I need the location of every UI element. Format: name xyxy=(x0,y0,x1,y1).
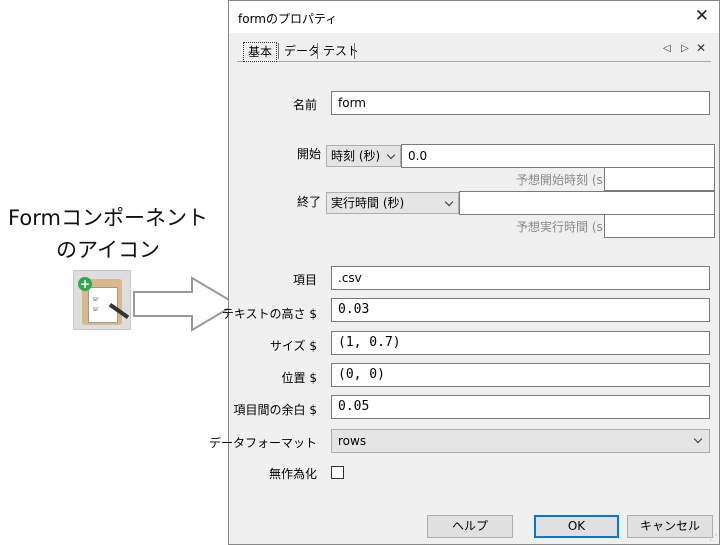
randomize-label: 無作為化 xyxy=(268,467,317,481)
randomize-checkbox[interactable] xyxy=(331,466,344,479)
annotation-title-line1: Formコンポーネント xyxy=(8,206,208,230)
tab-close-icon[interactable]: ✕ xyxy=(696,41,706,55)
stop-label: 終了 xyxy=(296,195,321,209)
tab-separator xyxy=(354,43,355,59)
expected-duration-label: 予想実行時間 (s) xyxy=(516,220,608,234)
start-value-field[interactable]: 0.0 xyxy=(401,144,715,168)
tab-bar: 基本 データ テスト ◁ ▷ ✕ xyxy=(229,33,719,63)
form-component-icon: sr sr + xyxy=(73,270,131,330)
text-height-label: テキストの高さ $ xyxy=(221,307,317,321)
name-field[interactable]: form xyxy=(331,91,710,115)
resize-grip-icon[interactable]: ⋰ xyxy=(709,533,717,542)
annotation-title-line2: のアイコン xyxy=(56,238,160,262)
ok-button[interactable]: OK xyxy=(534,515,619,538)
size-label: サイズ $ xyxy=(269,339,317,353)
help-button[interactable]: ヘルプ xyxy=(427,515,513,538)
tab-basic[interactable]: 基本 xyxy=(243,42,278,62)
title-bar: formのプロパティ ✕ xyxy=(229,1,719,33)
item-padding-label: 項目間の余白 $ xyxy=(233,403,317,417)
chevron-down-icon xyxy=(693,434,703,444)
name-label: 名前 xyxy=(292,98,317,112)
stop-type-select[interactable]: 実行時間 (秒) xyxy=(326,192,459,214)
text-height-field[interactable]: 0.03 xyxy=(331,298,710,322)
start-type-select[interactable]: 時刻 (秒) xyxy=(326,145,401,167)
plus-icon: + xyxy=(78,277,92,291)
position-label: 位置 $ xyxy=(281,371,317,385)
tab-scroll-right-icon[interactable]: ▷ xyxy=(681,43,689,54)
dialog-title: formのプロパティ xyxy=(238,12,338,26)
tab-separator xyxy=(278,43,279,59)
expected-duration-field[interactable] xyxy=(604,214,715,238)
chevron-down-icon xyxy=(386,150,396,160)
items-label: 項目 xyxy=(292,273,317,287)
start-label: 開始 xyxy=(296,147,321,161)
tab-test[interactable]: テスト xyxy=(319,42,363,62)
chevron-down-icon xyxy=(444,197,454,207)
expected-start-field[interactable] xyxy=(604,167,715,191)
cancel-button[interactable]: キャンセル xyxy=(627,515,713,538)
size-field[interactable]: (1, 0.7) xyxy=(331,331,710,355)
tab-separator xyxy=(317,43,318,59)
position-field[interactable]: (0, 0) xyxy=(331,363,710,387)
stop-value-field[interactable] xyxy=(459,191,715,215)
data-format-label: データフォーマット xyxy=(208,436,317,450)
items-field[interactable]: .csv xyxy=(331,266,710,290)
properties-dialog: formのプロパティ ✕ 基本 データ テスト ◁ ▷ ✕ 名前 form 開始… xyxy=(209,0,720,545)
tab-scroll-left-icon[interactable]: ◁ xyxy=(663,43,671,54)
arrow-icon xyxy=(133,276,238,332)
close-icon[interactable]: ✕ xyxy=(695,6,709,26)
data-format-dropdown[interactable]: rows xyxy=(331,429,710,453)
item-padding-field[interactable]: 0.05 xyxy=(331,395,710,419)
expected-start-label: 予想開始時刻 (s) xyxy=(516,173,608,187)
